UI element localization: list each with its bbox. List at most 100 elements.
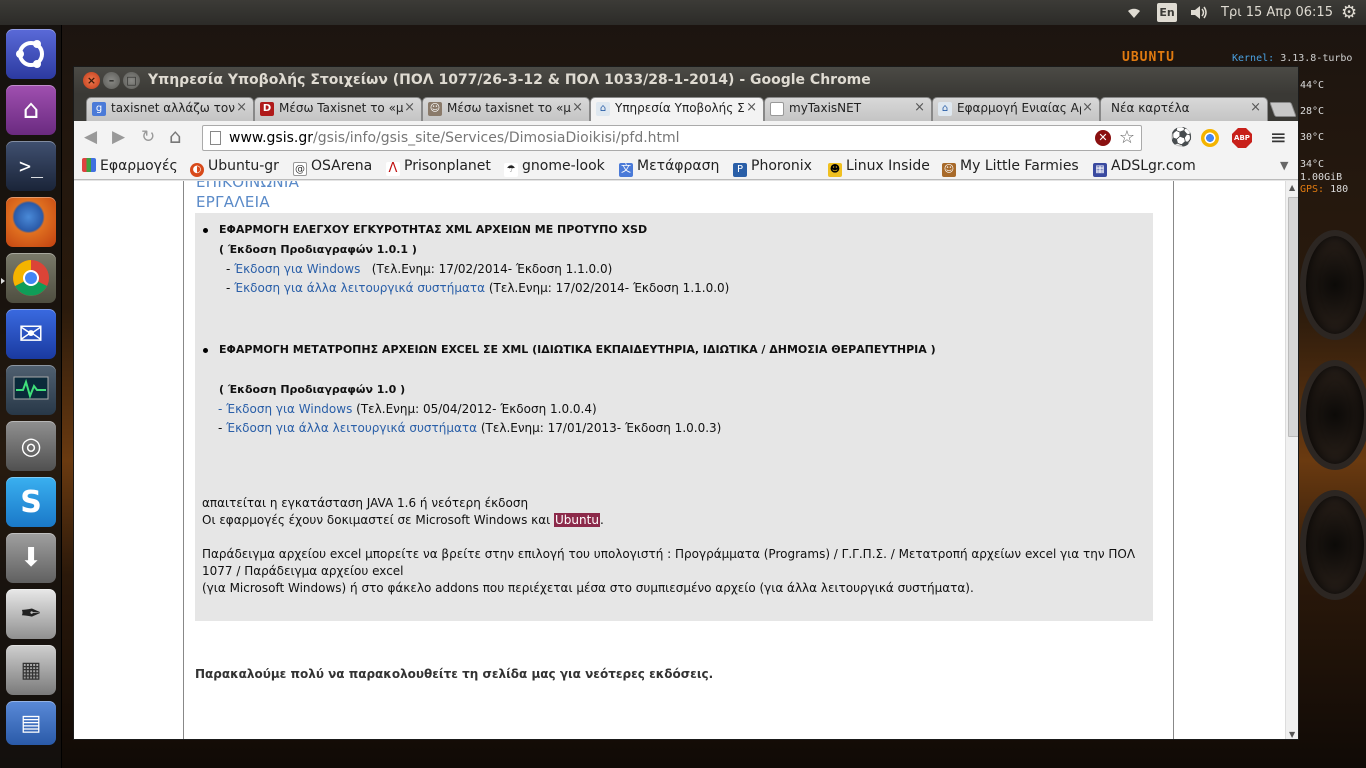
tab[interactable]: ☺ Μέσω taxisnet το «μέ × <box>422 97 590 121</box>
tab[interactable]: g taxisnet αλλάζω τον c × <box>86 97 254 121</box>
back-button[interactable]: ◀ <box>84 127 97 147</box>
desktop-stack-icon[interactable]: ▤ <box>6 701 56 745</box>
firefox-icon[interactable] <box>6 197 56 247</box>
software-updater-icon[interactable]: ⬇ <box>6 533 56 583</box>
tab-active[interactable]: ⌂ Υπηρεσία Υποβολής Σ × <box>590 97 764 122</box>
disk-utility-icon[interactable]: ◎ <box>6 421 56 471</box>
bookmark-translate[interactable]: 文 Μετάφραση <box>619 158 719 177</box>
excel-converter-windows-link[interactable]: - Έκδοση για Windows <box>218 402 352 416</box>
bookmark-star-icon[interactable]: ☆ <box>1119 126 1135 150</box>
tab[interactable]: myTaxisNET × <box>764 97 932 121</box>
apps-grid-icon <box>82 158 96 172</box>
tab[interactable]: Νέα καρτέλα × <box>1100 97 1268 121</box>
browser-toolbar: ◀ ▶ ↻ ⌂ www.gsis.gr/gsis/info/gsis_site/… <box>74 121 1298 154</box>
menu-icon[interactable]: ≡ <box>1270 125 1287 149</box>
close-tab-icon[interactable]: × <box>236 100 247 115</box>
bookmark-label: gnome-look <box>522 158 605 174</box>
xml-validator-other-link[interactable]: Έκδοση για άλλα λειτουργικά συστήματα <box>234 281 485 295</box>
tab-strip: g taxisnet αλλάζω τον c × D Μέσω Taxisne… <box>74 94 1298 122</box>
tab[interactable]: ⌂ Εφαρμογή Ενιαίας Αρ × <box>932 97 1100 121</box>
bookmark-ubuntu-gr[interactable]: ◐ Ubuntu-gr <box>190 158 279 177</box>
minimize-window-button[interactable]: – <box>103 72 120 89</box>
soccer-ball-extension-icon[interactable]: ⚽ <box>1170 127 1192 148</box>
keyboard-layout-indicator[interactable]: En <box>1157 3 1177 22</box>
tab-label: Υπηρεσία Υποβολής Σ <box>615 101 745 115</box>
close-tab-icon[interactable]: × <box>1250 100 1261 115</box>
skype-icon[interactable]: S <box>6 477 56 527</box>
tested-platforms-note: Οι εφαρμογές έχουν δοκιμαστεί σε Microso… <box>202 513 604 527</box>
reload-button[interactable]: ↻ <box>141 127 155 147</box>
adblock-plus-icon[interactable]: ABP <box>1232 128 1252 148</box>
bookmark-label: ADSLgr.com <box>1111 158 1196 174</box>
bookmark-phoronix[interactable]: P Phoronix <box>733 158 812 177</box>
conky-kernel-label: Kernel: <box>1232 53 1275 64</box>
close-tab-icon[interactable]: × <box>1082 100 1093 115</box>
scroll-thumb[interactable] <box>1288 197 1298 437</box>
conky-gps-label: GPS: <box>1300 184 1325 195</box>
wifi-icon[interactable] <box>1124 0 1144 25</box>
stop-icon[interactable]: ✕ <box>1095 130 1111 146</box>
scroll-up-icon[interactable]: ▲ <box>1289 183 1295 192</box>
tab-label: Μέσω Taxisnet το «μ <box>279 101 403 115</box>
bookmark-label: Prisonplanet <box>404 158 491 174</box>
bookmark-adslgr[interactable]: ▦ ADSLgr.com <box>1093 158 1196 177</box>
xml-validator-windows-link[interactable]: Έκδοση για Windows <box>234 262 360 276</box>
url-path: /gsis/info/gsis_site/Services/DimosiaDio… <box>312 130 680 146</box>
window-titlebar[interactable]: × – □ Υπηρεσία Υποβολής Στοιχείων (ΠΟΛ 1… <box>74 67 1298 94</box>
close-window-button[interactable]: × <box>83 72 100 89</box>
inkscape-icon[interactable]: ✒ <box>6 589 56 639</box>
ubuntu-gr-icon: ◐ <box>190 163 204 177</box>
clock[interactable]: Τρι 15 Απρ 06:15 <box>1221 0 1333 25</box>
bookmark-gnome-look[interactable]: ☂ gnome-look <box>504 158 605 177</box>
excel-converter-other-link[interactable]: Έκδοση για άλλα λειτουργικά συστήματα <box>226 421 477 435</box>
desktop-stack-icon[interactable]: ▦ <box>6 645 56 695</box>
terminal-icon[interactable]: >_ <box>6 141 56 191</box>
scroll-down-icon[interactable]: ▼ <box>1289 730 1295 739</box>
home-folder-icon[interactable]: ⌂ <box>6 85 56 135</box>
xml-validator-other-row: - Έκδοση για άλλα λειτουργικά συστήματα … <box>226 281 730 295</box>
home-button[interactable]: ⌂ <box>169 124 182 148</box>
xml-validator-title: ΕΦΑΡΜΟΓΗ ΕΛΕΓΧΟΥ ΕΓΚΥΡΟΤΗΤΑΣ XML ΑΡΧΕΙΩΝ… <box>219 223 648 236</box>
bookmark-linux-inside[interactable]: ☻ Linux Inside <box>828 158 930 177</box>
bookmark-label: Εφαρμογές <box>100 158 178 174</box>
close-tab-icon[interactable]: × <box>914 100 925 115</box>
excel-example-line: Παράδειγμα αρχείου excel μπορείτε να βρε… <box>202 547 1136 561</box>
vertical-scrollbar[interactable]: ▲ ▼ <box>1285 181 1298 739</box>
close-tab-icon[interactable]: × <box>572 100 583 115</box>
bookmark-prisonplanet[interactable]: Λ Prisonplanet <box>386 158 491 176</box>
address-bar[interactable]: www.gsis.gr/gsis/info/gsis_site/Services… <box>202 125 1142 151</box>
forward-button[interactable]: ▶ <box>112 127 125 147</box>
conky-value: 28°C <box>1300 106 1325 117</box>
ubuntu-highlight: Ubuntu <box>554 513 600 527</box>
excel-converter-spec: ( Έκδοση Προδιαγραφών 1.0 ) <box>219 383 406 396</box>
translate-icon: 文 <box>619 163 633 177</box>
contact-heading-partial[interactable]: ΕΠΙΚΟΙΝΩΝΙΑ <box>196 181 299 191</box>
xml-validator-windows-row: - Έκδοση για Windows (Τελ.Ενημ: 17/02/20… <box>226 262 613 276</box>
conky-gps: GPS: 180 <box>1300 184 1348 195</box>
bookmark-label: My Little Farmies <box>960 158 1079 174</box>
tab-label: taxisnet αλλάζω τον c <box>111 101 235 115</box>
ubuntu-dash-icon[interactable] <box>6 29 56 79</box>
maximize-window-button[interactable]: □ <box>123 72 140 89</box>
xml-validator-spec: ( Έκδοση Προδιαγραφών 1.0.1 ) <box>219 243 417 256</box>
volume-icon[interactable] <box>1188 0 1210 25</box>
tab[interactable]: D Μέσω Taxisnet το «μ × <box>254 97 422 121</box>
chevron-down-icon[interactable]: ▼ <box>1280 159 1288 172</box>
conky-value: 44°C <box>1300 80 1325 91</box>
chrome-extension-icon[interactable] <box>1201 129 1219 147</box>
bookmark-my-little-farmies[interactable]: ☺ My Little Farmies <box>942 158 1079 177</box>
close-tab-icon[interactable]: × <box>404 100 415 115</box>
bookmark-osarena[interactable]: @ OSArena <box>293 158 372 176</box>
mail-icon[interactable]: ✉ <box>6 309 56 359</box>
list-bullet <box>203 348 208 353</box>
gear-icon[interactable]: ⚙ <box>1341 0 1357 25</box>
system-monitor-icon[interactable] <box>6 365 56 415</box>
bookmark-apps[interactable]: Εφαρμογές <box>82 158 178 174</box>
chrome-icon[interactable] <box>6 253 56 303</box>
close-tab-icon[interactable]: × <box>746 100 757 115</box>
page-icon <box>210 131 221 145</box>
conky-value: 1.00GiB <box>1300 172 1343 183</box>
tools-heading[interactable]: ΕΡΓΑΛΕΙΑ <box>196 193 270 211</box>
tab-label: Εφαρμογή Ενιαίας Αρ <box>957 101 1081 115</box>
new-tab-button[interactable] <box>1269 102 1297 117</box>
